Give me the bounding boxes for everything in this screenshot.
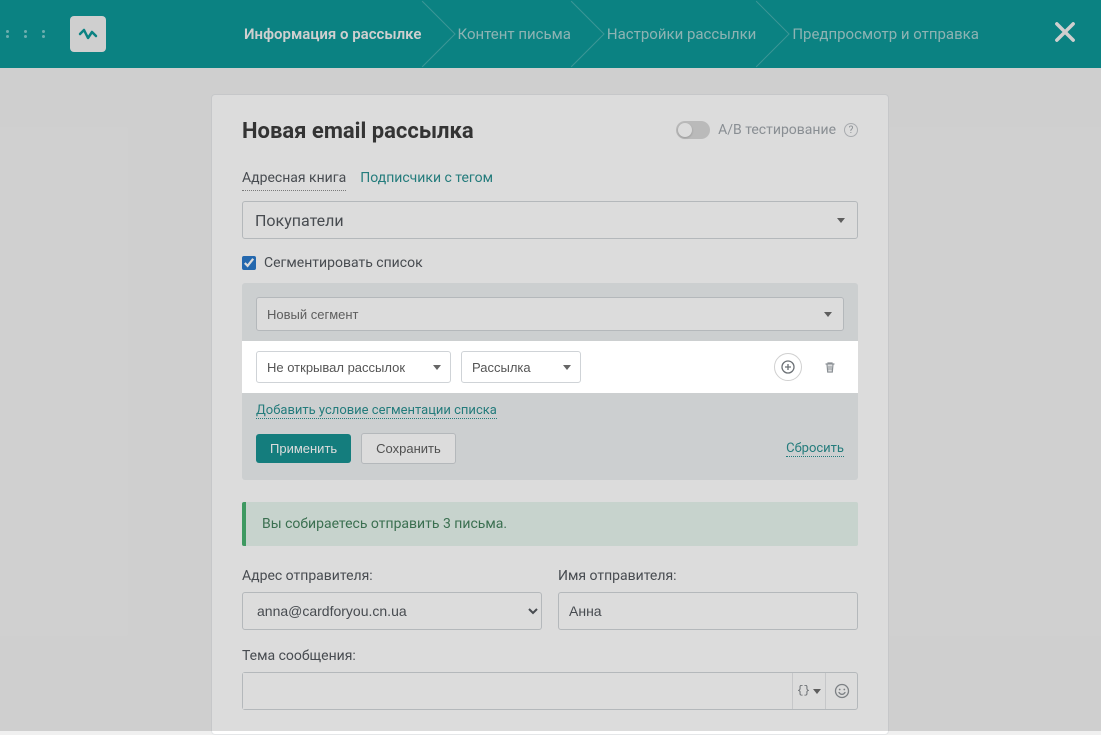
apply-button[interactable]: Применить [256, 434, 351, 463]
save-segment-button[interactable]: Сохранить [361, 433, 456, 464]
ab-label: A/B тестирование [718, 122, 836, 138]
chevron-down-icon [824, 312, 832, 317]
emoji-icon[interactable] [825, 673, 857, 709]
ab-test-toggle[interactable]: A/B тестирование ? [676, 121, 858, 139]
top-bar: Информация о рассылке Контент письма Нас… [0, 0, 1101, 68]
tab-tagged[interactable]: Подписчики с тегом [360, 170, 493, 191]
reset-link[interactable]: Сбросить [786, 441, 844, 457]
sender-name-label: Имя отправителя: [558, 568, 858, 584]
toggle-switch[interactable] [676, 121, 710, 139]
drag-handle[interactable] [0, 30, 52, 38]
chevron-down-icon [837, 218, 845, 223]
campaign-card: Новая email рассылка A/B тестирование ? … [211, 94, 889, 735]
address-book-select[interactable]: Покупатели [242, 201, 858, 239]
variables-icon[interactable]: {} [793, 673, 825, 709]
add-condition-link[interactable]: Добавить условие сегментации списка [256, 403, 497, 419]
step-content[interactable]: Контент письма [440, 0, 589, 68]
sender-address-label: Адрес отправителя: [242, 568, 542, 584]
app-logo [70, 16, 106, 52]
sender-name-input[interactable] [558, 592, 858, 630]
subject-label: Тема сообщения: [242, 648, 858, 664]
sender-address-select[interactable]: anna@cardforyou.cn.ua [242, 592, 542, 630]
segment-checkbox-label: Сегментировать список [264, 255, 423, 271]
step-settings[interactable]: Настройки рассылки [589, 0, 774, 68]
segment-checkbox-row[interactable]: Сегментировать список [242, 255, 858, 271]
list-tabs: Адресная книга Подписчики с тегом [242, 170, 858, 191]
chevron-down-icon [563, 365, 571, 370]
step-info[interactable]: Информация о рассылке [226, 0, 440, 68]
tab-address-book[interactable]: Адресная книга [242, 170, 346, 191]
close-icon[interactable] [1051, 18, 1079, 46]
chevron-down-icon [813, 689, 821, 694]
subject-input[interactable] [243, 673, 792, 709]
wizard-steps: Информация о рассылке Контент письма Нас… [226, 0, 997, 68]
segment-select[interactable]: Новый сегмент [256, 297, 844, 331]
trash-icon[interactable] [816, 353, 844, 381]
step-preview[interactable]: Предпросмотр и отправка [774, 0, 997, 68]
subject-field: {} [242, 672, 858, 710]
send-count-alert: Вы собираетесь отправить 3 письма. [242, 502, 858, 546]
condition-type-select[interactable]: Не открывал рассылок [256, 351, 451, 383]
segment-actions: Применить Сохранить Сбросить [256, 433, 844, 464]
chevron-down-icon [433, 365, 441, 370]
help-icon[interactable]: ? [844, 123, 858, 137]
segment-checkbox[interactable] [242, 256, 256, 270]
address-book-value: Покупатели [255, 211, 344, 230]
add-icon[interactable] [774, 353, 802, 381]
